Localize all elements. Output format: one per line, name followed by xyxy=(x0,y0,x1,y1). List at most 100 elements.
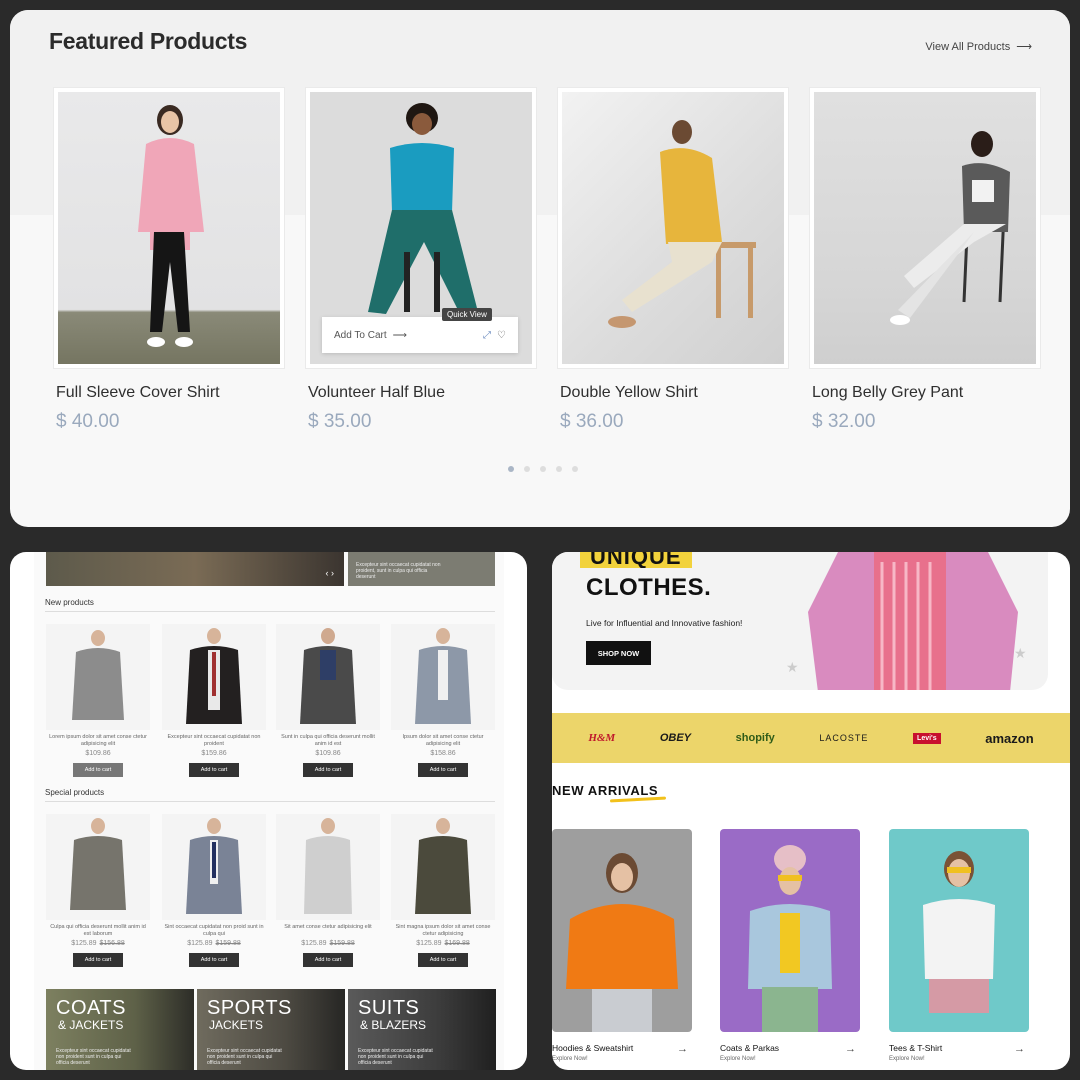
add-to-cart-bar: Add To Cart ⟶ ⤢ ♡ xyxy=(322,317,518,353)
model-figure xyxy=(608,120,756,328)
product-image[interactable] xyxy=(46,814,150,920)
arrival-image[interactable] xyxy=(552,829,692,1032)
category-banner-sports[interactable]: SPORTS JACKETS Excepteur sint occaecat c… xyxy=(197,989,345,1070)
product-price: $125.89 $159.88 xyxy=(187,940,241,947)
brand-logo-obey[interactable]: OBEY xyxy=(660,732,691,744)
product-card[interactable]: Lorem ipsum dolor sit amet conse ctetur … xyxy=(46,624,150,777)
product-price: $159.86 xyxy=(201,750,227,757)
product-image[interactable]: Add To Cart ⟶ ⤢ ♡ Quick View xyxy=(306,88,536,368)
product-image[interactable] xyxy=(276,814,380,920)
category-subtitle: & JACKETS xyxy=(58,1018,124,1032)
product-image[interactable] xyxy=(391,814,495,920)
product-image[interactable] xyxy=(810,88,1040,368)
product-card[interactable]: Long Belly Grey Pant $ 32.00 xyxy=(810,88,1040,432)
arrival-card[interactable]: Tees & T-Shirt Explore Now! → xyxy=(889,829,1029,1062)
product-name[interactable]: Volunteer Half Blue xyxy=(308,384,445,402)
product-image[interactable] xyxy=(54,88,284,368)
arrival-card[interactable]: Hoodies & Sweatshirt Explore Now! → xyxy=(552,829,692,1062)
product-card[interactable]: Sint magna ipsum dolor sit amet conse ct… xyxy=(391,814,495,967)
product-card[interactable]: Excepteur sint occaecat cupidatat non pr… xyxy=(162,624,266,777)
category-subtitle: JACKETS xyxy=(209,1018,264,1032)
add-to-cart-button[interactable]: Add to cart xyxy=(189,953,239,967)
explore-link[interactable]: Explore Now! xyxy=(552,1056,588,1062)
arrival-card[interactable]: Coats & Parkas Explore Now! → xyxy=(720,829,860,1062)
product-desc: Ipsum dolor sit amet conse ctetur adipis… xyxy=(402,734,484,747)
add-to-cart-button[interactable]: Add to cart xyxy=(303,953,353,967)
brand-strip: H&M OBEY shopify LACOSTE Levi's amazon xyxy=(552,713,1070,763)
arrival-label[interactable]: Hoodies & Sweatshirt xyxy=(552,1043,633,1053)
pagination-dot[interactable] xyxy=(508,466,514,472)
hero-model-figure: ★ ★ xyxy=(786,552,1027,690)
heart-icon[interactable]: ♡ xyxy=(497,330,506,341)
product-price: $ 36.00 xyxy=(560,411,624,432)
product-card[interactable]: Add To Cart ⟶ ⤢ ♡ Quick View Volunteer H… xyxy=(306,88,536,432)
add-to-cart-button[interactable]: Add to cart xyxy=(418,763,468,777)
product-image[interactable] xyxy=(162,624,266,730)
slider-arrows-icon[interactable]: ‹ › xyxy=(326,568,335,578)
add-to-cart-button[interactable]: Add to cart xyxy=(73,763,123,777)
brand-logo-hm[interactable]: H&M xyxy=(588,732,615,744)
hero-title: CLOTHES. xyxy=(586,574,712,601)
hero-banner: ‹ › xyxy=(46,552,344,586)
product-price: $158.86 xyxy=(430,750,456,757)
product-name[interactable]: Double Yellow Shirt xyxy=(560,384,698,402)
product-card[interactable]: Culpa qui officia deserunt mollit anim i… xyxy=(46,814,150,967)
product-image[interactable] xyxy=(391,624,495,730)
product-image[interactable] xyxy=(162,814,266,920)
divider xyxy=(45,611,495,612)
product-image[interactable] xyxy=(558,88,788,368)
category-desc: Excepteur sint occaecat cupidatat non pr… xyxy=(358,1048,433,1066)
product-desc: Sint occaecat cupidatat non proid sunt i… xyxy=(164,924,264,937)
divider xyxy=(45,801,495,802)
arrow-right-icon[interactable]: → xyxy=(845,1043,856,1055)
product-card[interactable]: Sit amet conse ctetur adipisicing elit $… xyxy=(276,814,380,967)
product-image[interactable] xyxy=(46,624,150,730)
svg-text:★: ★ xyxy=(1014,645,1027,661)
add-to-cart-button[interactable]: Add to cart xyxy=(303,763,353,777)
arrival-label[interactable]: Coats & Parkas xyxy=(720,1043,779,1053)
add-to-cart-button[interactable]: Add to cart xyxy=(189,763,239,777)
view-all-products-link[interactable]: View All Products ⟶ xyxy=(925,40,1032,54)
add-to-cart-button[interactable]: Add To Cart xyxy=(334,330,387,341)
product-price: $ 40.00 xyxy=(56,411,120,432)
product-card[interactable]: Ipsum dolor sit amet conse ctetur adipis… xyxy=(391,624,495,777)
arrival-label[interactable]: Tees & T-Shirt xyxy=(889,1043,942,1053)
arrival-image[interactable] xyxy=(720,829,860,1032)
explore-link[interactable]: Explore Now! xyxy=(889,1056,925,1062)
add-to-cart-button[interactable]: Add to cart xyxy=(73,953,123,967)
arrow-right-icon[interactable]: → xyxy=(677,1043,688,1055)
suit-figure xyxy=(186,818,242,914)
brand-logo-levis[interactable]: Levi's xyxy=(913,732,941,744)
shirt-figure xyxy=(304,818,352,914)
brand-logo-lacoste[interactable]: LACOSTE xyxy=(819,733,868,743)
pagination-dot[interactable] xyxy=(572,466,578,472)
product-image[interactable] xyxy=(276,624,380,730)
pagination-dot[interactable] xyxy=(524,466,530,472)
category-banner-coats[interactable]: COATS & JACKETS Excepteur sint occaecat … xyxy=(46,989,194,1070)
pagination-dot[interactable] xyxy=(540,466,546,472)
add-to-cart-button[interactable]: Add to cart xyxy=(418,953,468,967)
special-products-heading: Special products xyxy=(45,788,105,797)
brand-logo-amazon[interactable]: amazon xyxy=(985,731,1033,746)
product-price: $125.89 $169.88 xyxy=(416,940,470,947)
brand-logo-shopify[interactable]: shopify xyxy=(736,732,775,744)
product-card[interactable]: Full Sleeve Cover Shirt $ 40.00 xyxy=(54,88,284,432)
product-desc: Sint magna ipsum dolor sit amet conse ct… xyxy=(395,924,491,937)
category-banner-suits[interactable]: SUITS & BLAZERS Excepteur sint occaecat … xyxy=(348,989,496,1070)
carousel-pagination xyxy=(508,466,578,472)
product-name[interactable]: Full Sleeve Cover Shirt xyxy=(56,384,220,402)
arrow-right-icon[interactable]: → xyxy=(1014,1043,1025,1055)
category-title: SPORTS xyxy=(207,997,292,1019)
product-card[interactable]: Double Yellow Shirt $ 36.00 xyxy=(558,88,788,432)
product-card[interactable]: Sunt in culpa qui officia deserunt molli… xyxy=(276,624,380,777)
product-name[interactable]: Long Belly Grey Pant xyxy=(812,384,963,402)
arrival-image[interactable] xyxy=(889,829,1029,1032)
shop-page-panel: ‹ › Excepteur sint occaecat cupidatat no… xyxy=(10,552,527,1070)
shop-now-button[interactable]: SHOP NOW xyxy=(586,641,651,665)
sweater-figure xyxy=(72,630,124,720)
expand-icon[interactable]: ⤢ xyxy=(483,330,491,341)
pagination-dot[interactable] xyxy=(556,466,562,472)
explore-link[interactable]: Explore Now! xyxy=(720,1056,756,1062)
product-card[interactable]: Sint occaecat cupidatat non proid sunt i… xyxy=(162,814,266,967)
hero-section: UNIQUE CLOTHES. Live for Influential and… xyxy=(552,552,1048,690)
